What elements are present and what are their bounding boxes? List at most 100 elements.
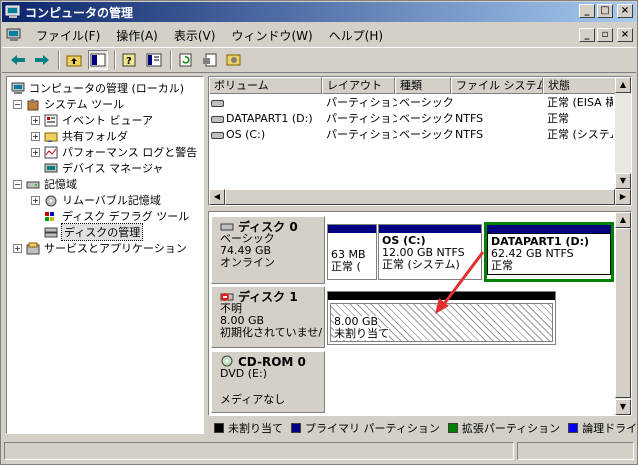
expand-toggle[interactable]: + xyxy=(13,243,22,253)
tree-item-system-tools[interactable]: − システム ツール xyxy=(13,96,124,112)
disk-graphical-view[interactable]: ディスク 0 ベーシック 74.49 GB オンライン 63 MB 正常 ( O… xyxy=(208,211,632,416)
tree-item-disk-management[interactable]: ディスクの管理 xyxy=(44,223,144,241)
scroll-thumb[interactable] xyxy=(225,189,615,205)
expand-toggle[interactable]: + xyxy=(31,115,40,125)
scroll-down-button[interactable]: ▼ xyxy=(615,173,631,189)
services-icon xyxy=(26,242,40,255)
tree-item-defrag[interactable]: ディスク デフラグ ツール xyxy=(44,208,189,224)
menu-view[interactable]: 表示(V) xyxy=(166,27,224,44)
removable-storage-icon xyxy=(44,194,58,207)
menu-file[interactable]: ファイル(F) xyxy=(28,27,108,44)
close-button[interactable]: × xyxy=(617,4,633,18)
title-bar[interactable]: コンピュータの管理 _ □ × xyxy=(2,2,636,22)
drive-icon xyxy=(211,132,224,139)
computer-management-icon xyxy=(5,5,21,19)
legend-item-extended: 拡張パーティション xyxy=(447,420,560,436)
menu-window[interactable]: ウィンドウ(W) xyxy=(223,27,320,44)
primary-partition-bar xyxy=(487,225,611,233)
table-row[interactable]: OS (C:) パーティション ベーシック NTFS 正常 (システム) xyxy=(209,127,613,143)
drive-icon xyxy=(211,100,224,107)
annotation-arrow xyxy=(435,251,485,314)
help-icon[interactable]: ? xyxy=(120,50,140,70)
expand-toggle[interactable]: + xyxy=(31,195,40,205)
toolbar-separator xyxy=(114,51,116,69)
col-header-filesystem[interactable]: ファイル システム xyxy=(451,77,543,94)
svg-text:?: ? xyxy=(126,56,132,67)
scroll-left-button[interactable]: ◀ xyxy=(209,189,225,205)
menu-action[interactable]: 操作(A) xyxy=(108,27,166,44)
volume-list[interactable]: ボリューム レイアウト 種類 ファイル システム 状態 パーティション ベーシッ… xyxy=(208,76,632,206)
shared-folder-icon xyxy=(44,130,58,143)
mdi-restore-button[interactable]: ▫ xyxy=(597,28,613,42)
settings-icon[interactable] xyxy=(224,50,244,70)
refresh-icon[interactable] xyxy=(176,50,196,70)
status-bar xyxy=(4,442,634,462)
status-cell-main xyxy=(4,442,514,460)
scroll-thumb[interactable] xyxy=(615,228,631,398)
col-header-status[interactable]: 状態 xyxy=(543,77,617,94)
table-row[interactable]: DATAPART1 (D:) パーティション ベーシック NTFS 正常 xyxy=(209,111,613,127)
legend-swatch xyxy=(291,423,301,433)
collapse-toggle[interactable]: − xyxy=(13,99,22,109)
table-row[interactable]: パーティション ベーシック 正常 (EISA 構成 xyxy=(209,95,613,111)
disk-view-scrollbar[interactable]: ▲ ▼ xyxy=(615,212,631,415)
drive-icon xyxy=(211,116,224,123)
disk-1-label[interactable]: ディスク 1 不明 8.00 GB 初期化されていませ/ xyxy=(211,286,325,348)
col-header-type[interactable]: 種類 xyxy=(395,77,451,94)
tree-item-storage[interactable]: − 記憶域 xyxy=(13,176,77,192)
storage-icon xyxy=(26,178,40,191)
vertical-scrollbar[interactable]: ▲ ▼ xyxy=(615,77,631,189)
show-tree-icon[interactable] xyxy=(88,50,108,70)
status-cell-secondary xyxy=(517,442,634,460)
minimize-button[interactable]: _ xyxy=(579,4,595,18)
mdi-close-button[interactable]: × xyxy=(617,28,633,42)
disk-icon xyxy=(220,220,234,233)
maximize-button[interactable]: □ xyxy=(597,4,613,18)
tree-item-perf-logs[interactable]: + パフォーマンス ログと警告 xyxy=(31,144,197,160)
performance-logs-icon xyxy=(44,146,58,159)
forward-arrow-icon[interactable] xyxy=(32,50,52,70)
disk-0-label[interactable]: ディスク 0 ベーシック 74.49 GB オンライン xyxy=(211,216,325,284)
back-arrow-icon[interactable] xyxy=(8,50,28,70)
primary-partition-bar xyxy=(328,225,376,233)
computer-icon xyxy=(11,82,25,95)
device-manager-icon xyxy=(44,162,58,175)
expand-toggle[interactable]: + xyxy=(31,131,40,141)
expand-toggle[interactable]: + xyxy=(31,147,40,157)
disk-management-icon xyxy=(44,226,58,239)
menu-help[interactable]: ヘルプ(H) xyxy=(321,27,391,44)
legend-swatch xyxy=(568,423,579,433)
up-folder-icon[interactable] xyxy=(64,50,84,70)
cdrom-0-label[interactable]: CD-ROM 0 DVD (E:) メディアなし xyxy=(211,351,325,413)
tree-item-event-viewer[interactable]: + イベント ビューア xyxy=(31,112,153,128)
console-tree[interactable]: コンピュータの管理 (ローカル) − システム ツール + イベント ビューア … xyxy=(6,76,204,434)
tree-item-shared-folders[interactable]: + 共有フォルダ xyxy=(31,128,128,144)
toolbar-separator xyxy=(170,51,172,69)
collapse-toggle[interactable]: − xyxy=(13,179,22,189)
volume-column-headers: ボリューム レイアウト 種類 ファイル システム 状態 xyxy=(209,77,617,94)
properties-icon[interactable] xyxy=(144,50,164,70)
scroll-up-button[interactable]: ▲ xyxy=(615,212,631,228)
legend-item-unallocated: 未割り当て xyxy=(214,420,283,436)
menu-bar: ファイル(F) 操作(A) 表示(V) ウィンドウ(W) ヘルプ(H) _ ▫ … xyxy=(2,25,636,45)
document-window-icon[interactable] xyxy=(6,28,22,42)
scroll-down-button[interactable]: ▼ xyxy=(615,399,631,415)
partition-datapart1-d[interactable]: DATAPART1 (D:) 62.42 GB NTFS 正常 xyxy=(484,222,614,282)
scroll-right-button[interactable]: ▶ xyxy=(615,189,631,205)
scroll-up-button[interactable]: ▲ xyxy=(615,77,631,93)
col-header-layout[interactable]: レイアウト xyxy=(322,77,395,94)
tree-item-root[interactable]: コンピュータの管理 (ローカル) xyxy=(11,80,184,96)
tree-item-services-apps[interactable]: + サービスとアプリケーション xyxy=(13,240,187,256)
legend-item-logical: 論理ドライブ xyxy=(568,420,638,436)
col-header-volume[interactable]: ボリューム xyxy=(209,77,322,94)
toolbar-separator xyxy=(58,51,60,69)
mdi-minimize-button[interactable]: _ xyxy=(579,28,595,42)
disk-uninitialized-icon xyxy=(220,290,234,303)
tree-item-removable-storage[interactable]: + リムーバブル記憶域 xyxy=(31,192,161,208)
horizontal-scrollbar[interactable]: ◀ ▶ xyxy=(209,189,631,205)
export-icon[interactable] xyxy=(200,50,220,70)
app-window: コンピュータの管理 _ □ × ファイル(F) 操作(A) 表示(V) ウィンド… xyxy=(0,0,638,465)
tree-item-device-manager[interactable]: デバイス マネージャ xyxy=(44,160,163,176)
partition-eisa[interactable]: 63 MB 正常 ( xyxy=(327,224,377,280)
legend-swatch xyxy=(447,423,458,433)
